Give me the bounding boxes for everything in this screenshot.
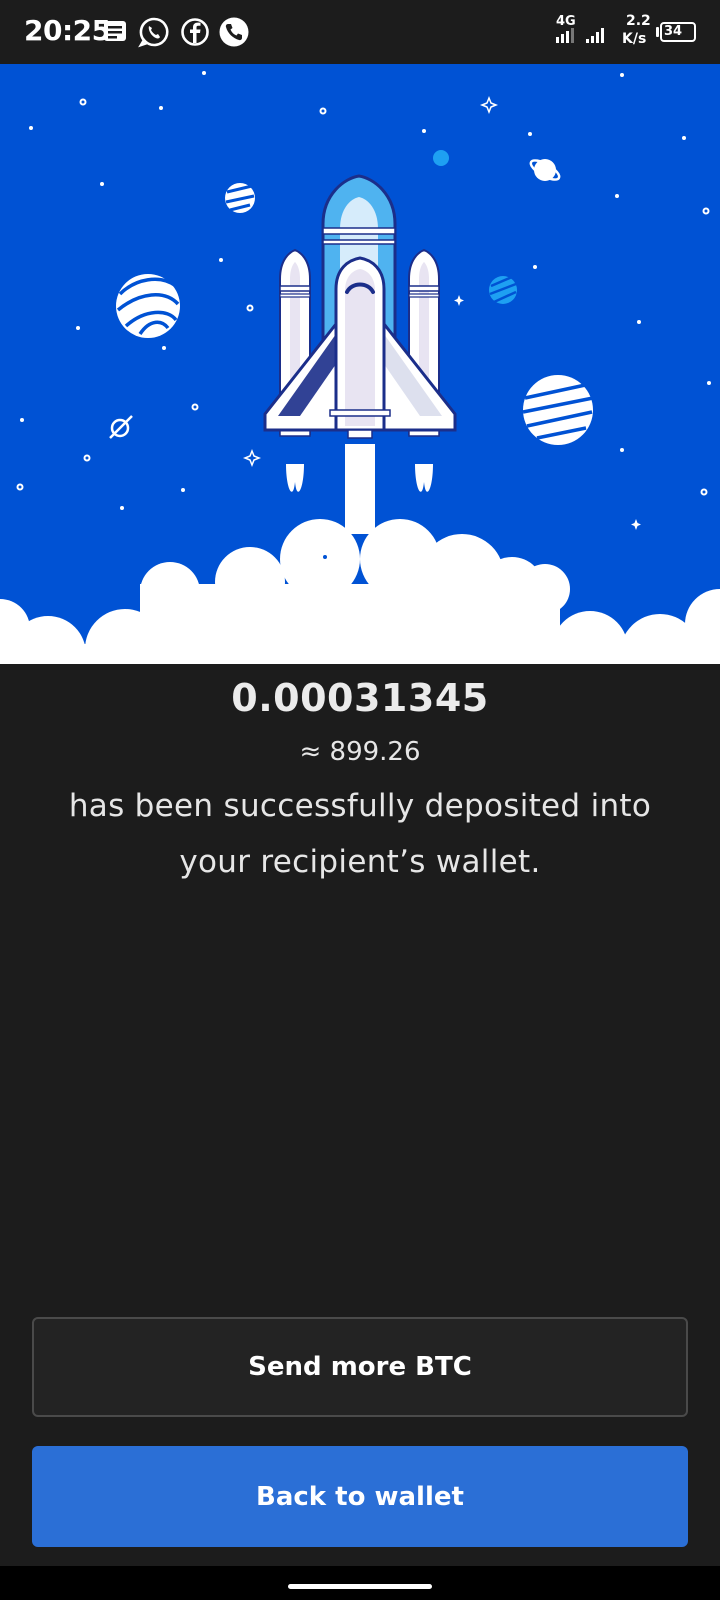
network-speed-value: 2.2 <box>626 13 651 29</box>
fiat-equivalent: ≈ 899.26 <box>299 737 421 767</box>
clouds <box>0 519 720 664</box>
whatsapp-icon <box>138 16 170 52</box>
message-icon <box>103 20 127 46</box>
rocket-illustration <box>0 64 720 664</box>
planet-ringed-right <box>529 159 561 181</box>
battery-terminal <box>656 27 659 37</box>
planet-blue-small <box>489 275 517 304</box>
navigation-bar <box>0 1566 720 1600</box>
send-more-button[interactable]: Send more BTC <box>32 1317 688 1417</box>
battery-level: 34 <box>664 24 683 39</box>
phone-icon <box>218 16 250 52</box>
status-time: 20:25 <box>24 14 111 47</box>
planet-large-right <box>522 375 594 445</box>
planet-large-left <box>116 274 180 338</box>
rocket <box>263 174 457 534</box>
back-to-wallet-button[interactable]: Back to wallet <box>32 1446 688 1547</box>
battery-icon: 34 <box>660 22 696 42</box>
sent-amount: 0.00031345 <box>231 676 489 720</box>
home-indicator[interactable] <box>288 1584 432 1589</box>
status-bar: 20:25 4G 2.2 K/s 34 <box>0 0 720 64</box>
planet-outline-left <box>109 415 133 439</box>
success-message: has been successfully deposited into you… <box>68 788 652 880</box>
facebook-icon <box>179 16 211 52</box>
signal-icon <box>556 28 616 48</box>
planet-small-top <box>225 183 255 213</box>
network-speed-unit: K/s <box>622 31 647 47</box>
network-type: 4G <box>556 14 576 29</box>
